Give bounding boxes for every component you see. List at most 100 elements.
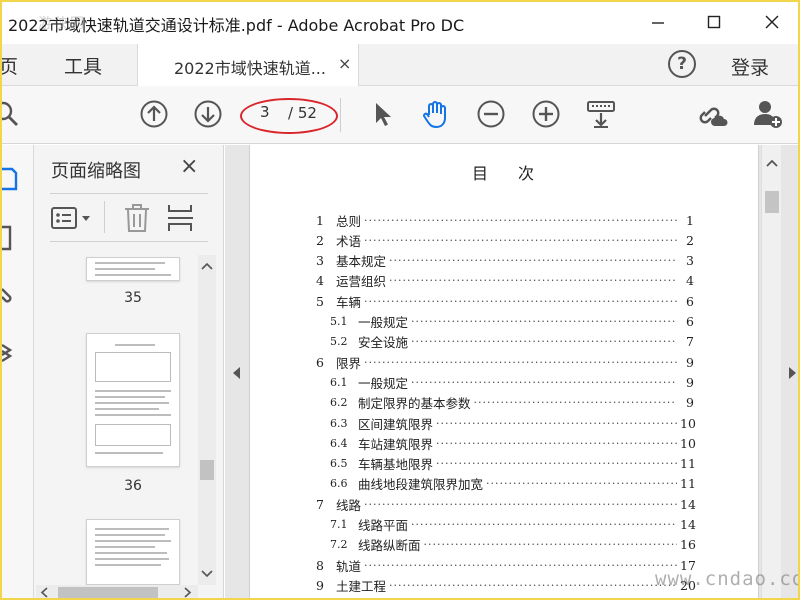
select-arrow-icon	[376, 103, 391, 126]
tab-document-label: 2022市域快速轨道...	[174, 59, 326, 78]
page-thumbnail[interactable]	[86, 519, 180, 585]
scroll-mode-button[interactable]	[585, 98, 617, 130]
toc-leader-dots: ········································…	[364, 497, 677, 511]
thumbnail-horizontal-scrollbar[interactable]	[36, 585, 198, 600]
zoom-in-button[interactable]	[530, 98, 562, 130]
toc-entry[interactable]: 7 线路 ·····································…	[316, 494, 696, 514]
document-viewer[interactable]: 目次 1 总则 ··································…	[225, 145, 800, 600]
toc-entry-title: 线路纵断面	[358, 538, 421, 554]
scroll-down-icon	[201, 570, 213, 578]
toc-entry[interactable]: 5.2 安全设施 ·································…	[330, 332, 694, 352]
next-page-button[interactable]	[192, 98, 224, 130]
tab-tools[interactable]: 工具	[64, 52, 102, 79]
delete-page-button[interactable]	[122, 203, 152, 233]
toc-entry-page: 9	[686, 374, 694, 390]
toc-entry-number: 6.6	[330, 477, 348, 491]
thumbnail-options-button[interactable]	[50, 205, 94, 233]
toc-entry-page: 14	[680, 517, 696, 532]
toc-entry[interactable]: 6.3 区间建筑限界 ·······························…	[330, 413, 696, 433]
page-thumbnails-button[interactable]	[2, 163, 28, 193]
toc-entry[interactable]: 7.2 线路纵断面 ································…	[330, 535, 696, 555]
previous-page-button[interactable]	[138, 98, 170, 130]
login-button[interactable]: 登录	[731, 53, 769, 80]
add-user-button[interactable]	[752, 98, 784, 130]
layers-button[interactable]	[1, 339, 28, 369]
thumbnail-text-line	[95, 396, 165, 398]
toc-entry[interactable]: 1 总则 ·····································…	[316, 210, 694, 230]
toc-entry[interactable]: 2 术语 ·····································…	[316, 230, 694, 250]
tab-close-button[interactable]: ×	[338, 54, 351, 73]
toc-heading: 目次	[472, 164, 565, 183]
select-tool-button[interactable]	[366, 98, 398, 130]
close-window-button[interactable]	[750, 0, 794, 44]
toc-entry[interactable]: 6.2 制定限界的基本参数 ····························…	[330, 393, 694, 413]
toc-entry[interactable]: 6.4 车站建筑限界 ·······························…	[330, 433, 696, 453]
toc-entry[interactable]: 7.1 线路平面 ·································…	[330, 515, 696, 535]
toc-entry-title: 术语	[336, 233, 362, 249]
toc-entry-page: 11	[680, 476, 696, 492]
search-button[interactable]	[0, 98, 22, 130]
thumbnail-text-line	[95, 564, 161, 566]
keyboard-scroll-icon	[587, 101, 615, 128]
toc-entry-number: 6	[316, 354, 324, 370]
close-icon	[765, 15, 779, 29]
page-thumbnail[interactable]	[86, 257, 180, 281]
minimize-icon	[652, 22, 664, 24]
toc-entry-title: 一般规定	[358, 375, 409, 391]
panel-title: 页面缩略图	[51, 161, 141, 182]
toc-entry[interactable]: 6 限界 ·····································…	[316, 352, 694, 372]
zoom-out-button[interactable]	[475, 98, 507, 130]
tab-document[interactable]: 2022市域快速轨道... ×	[137, 44, 359, 86]
tab-home[interactable]: 主页	[0, 52, 18, 79]
bookmarks-button[interactable]	[2, 223, 28, 253]
toc-leader-dots: ········································…	[423, 538, 677, 552]
share-link-button[interactable]	[697, 98, 729, 130]
scrollbar-thumb[interactable]	[765, 191, 779, 213]
toc-entry[interactable]: 3 基本规定 ···································…	[316, 251, 694, 271]
toc-entry[interactable]: 5 车辆 ·····································…	[316, 291, 694, 311]
search-icon	[0, 101, 18, 126]
document-vertical-scrollbar[interactable]	[761, 145, 781, 600]
toc-entry-title: 线路	[336, 497, 362, 513]
overlay-watermark: 游侠网	[38, 16, 86, 32]
toc-entry-page: 6	[686, 293, 694, 309]
expand-right-panel-icon[interactable]	[789, 367, 796, 379]
toc-entry[interactable]: 6.6 曲线地段建筑限界加宽 ···························…	[330, 474, 696, 494]
collapse-left-panel-icon[interactable]	[233, 367, 240, 379]
hand-tool-button[interactable]	[419, 98, 451, 130]
toc-leader-dots: ········································…	[364, 294, 677, 308]
panel-tools-divider	[104, 201, 105, 233]
thumbnail-table	[95, 352, 171, 382]
hand-tool-icon	[423, 101, 446, 128]
thumbnail-vertical-scrollbar[interactable]	[198, 255, 216, 585]
attachments-button[interactable]	[1, 279, 28, 309]
page-thumbnail[interactable]	[86, 333, 180, 467]
page-up-icon	[140, 100, 168, 128]
panel-close-button[interactable]: ×	[180, 154, 198, 179]
toc-entry[interactable]: 8 轨道 ·····································…	[316, 555, 696, 575]
toc-entry-title: 轨道	[336, 558, 362, 574]
toc-entry[interactable]: 6.5 车辆基地限界 ·······························…	[330, 454, 696, 474]
minimize-button[interactable]	[636, 0, 680, 44]
scrollbar-thumb[interactable]	[200, 460, 214, 480]
help-button[interactable]: ?	[668, 50, 696, 78]
thumbnail-page-number: 35	[124, 290, 142, 306]
scrollbar-thumb[interactable]	[58, 587, 158, 598]
toc-entry[interactable]: 4 运营组织 ···································…	[316, 271, 694, 291]
page-down-icon	[194, 100, 222, 128]
toc-entry[interactable]: 6.1 一般规定 ·································…	[330, 372, 694, 392]
toc-entry-title: 总则	[336, 213, 362, 229]
toc-entry-page: 9	[686, 354, 694, 370]
toc-entry[interactable]: 9 土建工程 ···································…	[316, 575, 696, 595]
thumbnail-text-line	[95, 402, 169, 404]
toc-entry[interactable]: 5.1 一般规定 ·································…	[330, 312, 694, 332]
thumbnail-text-line	[95, 546, 155, 548]
maximize-button[interactable]	[692, 0, 736, 44]
thumbnail-text-line	[95, 540, 171, 542]
attachment-icon	[1, 288, 12, 303]
toc-leader-dots: ········································…	[364, 355, 677, 369]
toc-entry-page: 9	[686, 395, 694, 411]
thumbnail-text-line	[95, 552, 167, 554]
split-page-button[interactable]	[166, 203, 196, 233]
toc-entry-number: 5.2	[330, 335, 348, 349]
